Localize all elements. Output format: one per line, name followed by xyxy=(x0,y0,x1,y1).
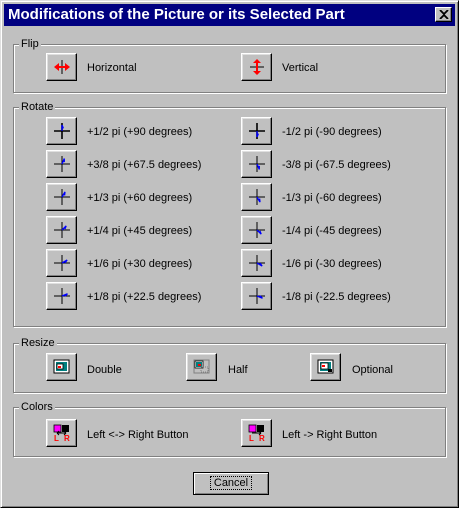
rotate-icon xyxy=(54,222,70,238)
rotate-positive-label-2: +3/8 pi (+67.5 degrees) xyxy=(87,159,202,171)
close-button[interactable] xyxy=(435,7,452,22)
rotate-positive-button-2[interactable] xyxy=(46,150,77,178)
rotate-icon xyxy=(54,255,70,271)
rotate-icon xyxy=(54,288,70,304)
rotate-negative-label-6: -1/8 pi (-22.5 degrees) xyxy=(282,291,391,303)
flip-group: Flip xyxy=(13,37,446,93)
colors-swap-button[interactable]: L R xyxy=(46,419,77,447)
color-copy-icon-right-letter: R xyxy=(259,434,265,442)
rotate-negative-button-1[interactable] xyxy=(241,117,272,145)
colors-group-label: Colors xyxy=(19,400,55,414)
resize-half-button[interactable] xyxy=(186,353,217,381)
colors-copy-button[interactable]: L R xyxy=(241,419,272,447)
colors-copy-label: Left -> Right Button xyxy=(282,429,378,441)
rotate-negative-button-6[interactable] xyxy=(241,282,272,310)
resize-group-label: Resize xyxy=(19,336,57,350)
rotate-icon xyxy=(249,123,265,139)
rotate-negative-button-5[interactable] xyxy=(241,249,272,277)
resize-half-label: Half xyxy=(228,364,248,376)
title-bar[interactable]: Modifications of the Picture or its Sele… xyxy=(4,4,455,26)
resize-optional-icon xyxy=(317,359,334,374)
flip-horizontal-button[interactable] xyxy=(46,53,77,81)
rotate-negative-label-4: -1/4 pi (-45 degrees) xyxy=(282,225,382,237)
rotate-positive-label-5: +1/6 pi (+30 degrees) xyxy=(87,258,193,270)
rotate-positive-label-3: +1/3 pi (+60 degrees) xyxy=(87,192,193,204)
color-swap-icon: L R xyxy=(53,424,70,442)
rotate-positive-button-6[interactable] xyxy=(46,282,77,310)
color-swap-icon-right-letter: R xyxy=(64,434,70,442)
rotate-positive-button-4[interactable] xyxy=(46,216,77,244)
rotate-positive-label-4: +1/4 pi (+45 degrees) xyxy=(87,225,193,237)
color-copy-icon: L R xyxy=(248,424,265,442)
rotate-icon xyxy=(54,156,70,172)
rotate-negative-button-3[interactable] xyxy=(241,183,272,211)
rotate-negative-button-4[interactable] xyxy=(241,216,272,244)
dialog-window: Modifications of the Picture or its Sele… xyxy=(0,0,459,508)
colors-group: Colors xyxy=(13,400,446,457)
rotate-icon xyxy=(249,189,265,205)
color-swap-icon-left-letter: L xyxy=(54,434,59,442)
rotate-icon xyxy=(54,189,70,205)
rotate-negative-button-2[interactable] xyxy=(241,150,272,178)
flip-vertical-icon xyxy=(250,59,264,75)
resize-optional-button[interactable] xyxy=(310,353,341,381)
rotate-icon xyxy=(249,222,265,238)
close-icon xyxy=(439,10,449,19)
flip-group-label: Flip xyxy=(19,37,41,51)
flip-horizontal-label: Horizontal xyxy=(87,62,137,74)
window-title: Modifications of the Picture or its Sele… xyxy=(8,6,345,23)
color-copy-icon-left-letter: L xyxy=(249,434,254,442)
rotate-positive-label-1: +1/2 pi (+90 degrees) xyxy=(87,126,193,138)
rotate-icon xyxy=(249,156,265,172)
resize-optional-label: Optional xyxy=(352,364,393,376)
rotate-negative-label-3: -1/3 pi (-60 degrees) xyxy=(282,192,382,204)
rotate-icon xyxy=(54,123,70,139)
resize-half-icon xyxy=(193,359,210,374)
rotate-icon xyxy=(249,255,265,271)
rotate-positive-button-5[interactable] xyxy=(46,249,77,277)
flip-vertical-button[interactable] xyxy=(241,53,272,81)
cancel-label: Cancel xyxy=(209,476,253,490)
rotate-negative-label-1: -1/2 pi (-90 degrees) xyxy=(282,126,382,138)
flip-vertical-label: Vertical xyxy=(282,62,319,74)
resize-double-icon xyxy=(53,359,70,374)
resize-double-button[interactable] xyxy=(46,353,77,381)
resize-double-label: Double xyxy=(87,364,122,376)
rotate-positive-button-1[interactable] xyxy=(46,117,77,145)
rotate-group-label: Rotate xyxy=(19,100,56,114)
cancel-button[interactable]: Cancel xyxy=(193,472,269,495)
rotate-icon xyxy=(249,288,265,304)
rotate-negative-label-2: -3/8 pi (-67.5 degrees) xyxy=(282,159,391,171)
flip-horizontal-icon xyxy=(54,60,70,74)
rotate-positive-label-6: +1/8 pi (+22.5 degrees) xyxy=(87,291,202,303)
colors-swap-label: Left <-> Right Button xyxy=(87,429,189,441)
rotate-negative-label-5: -1/6 pi (-30 degrees) xyxy=(282,258,382,270)
rotate-positive-button-3[interactable] xyxy=(46,183,77,211)
